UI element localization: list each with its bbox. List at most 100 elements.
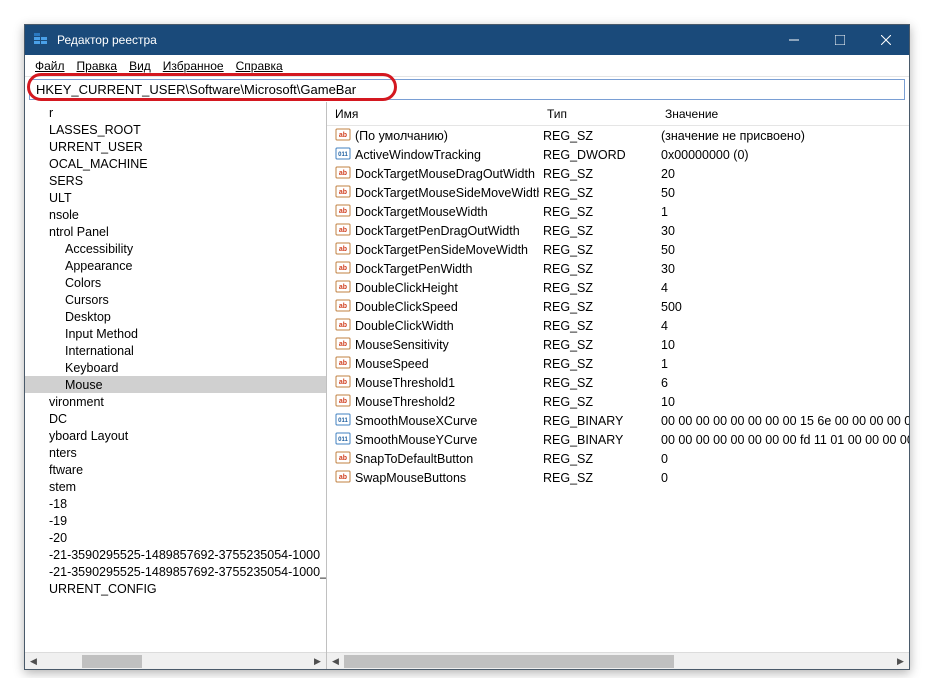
tree-item[interactable]: Cursors (25, 291, 326, 308)
cell-value: 50 (657, 186, 909, 200)
tree-item[interactable]: Colors (25, 274, 326, 291)
scroll-right-button[interactable]: ▶ (309, 653, 326, 670)
column-header-type[interactable]: Тип (539, 104, 657, 124)
menu-view[interactable]: Вид (123, 57, 157, 75)
tree-item[interactable]: LASSES_ROOT (25, 121, 326, 138)
cell-value: 1 (657, 205, 909, 219)
column-header-value[interactable]: Значение (657, 104, 909, 124)
list-row[interactable]: abDockTargetMouseSideMoveWidthREG_SZ50 (327, 183, 909, 202)
tree-item[interactable]: ftware (25, 461, 326, 478)
list-row[interactable]: abDockTargetMouseWidthREG_SZ1 (327, 202, 909, 221)
list-row[interactable]: abMouseThreshold2REG_SZ10 (327, 392, 909, 411)
cell-type: REG_SZ (539, 319, 657, 333)
list-row[interactable]: abSnapToDefaultButtonREG_SZ0 (327, 449, 909, 468)
list-row[interactable]: abDockTargetPenSideMoveWidthREG_SZ50 (327, 240, 909, 259)
svg-text:ab: ab (339, 303, 347, 310)
tree-item[interactable]: Mouse (25, 376, 326, 393)
close-button[interactable] (863, 25, 909, 55)
cell-type: REG_SZ (539, 471, 657, 485)
tree-item[interactable]: -20 (25, 529, 326, 546)
list-row[interactable]: abMouseSpeedREG_SZ1 (327, 354, 909, 373)
tree-item[interactable]: Input Method (25, 325, 326, 342)
svg-text:ab: ab (339, 132, 347, 139)
tree-item[interactable]: yboard Layout (25, 427, 326, 444)
tree-item[interactable]: International (25, 342, 326, 359)
tree-item[interactable]: r (25, 104, 326, 121)
tree-item[interactable]: ULT (25, 189, 326, 206)
tree-item[interactable]: -19 (25, 512, 326, 529)
list-row[interactable]: abDoubleClickHeightREG_SZ4 (327, 278, 909, 297)
content-area: rLASSES_ROOTURRENT_USEROCAL_MACHINESERSU… (25, 102, 909, 669)
list-row[interactable]: 011ActiveWindowTrackingREG_DWORD0x000000… (327, 145, 909, 164)
tree-item[interactable]: ntrol Panel (25, 223, 326, 240)
tree-item[interactable]: nters (25, 444, 326, 461)
scroll-thumb[interactable] (344, 655, 674, 668)
tree-item[interactable]: SERS (25, 172, 326, 189)
cell-type: REG_SZ (539, 186, 657, 200)
tree-item[interactable]: DC (25, 410, 326, 427)
list-row[interactable]: abDockTargetMouseDragOutWidthREG_SZ20 (327, 164, 909, 183)
scroll-left-button[interactable]: ◀ (327, 653, 344, 670)
cell-value: 10 (657, 338, 909, 352)
list-row[interactable]: abMouseSensitivityREG_SZ10 (327, 335, 909, 354)
menu-edit[interactable]: Правка (71, 57, 124, 75)
string-value-icon: ab (335, 449, 351, 468)
value-name-label: DockTargetMouseWidth (355, 205, 488, 219)
address-input[interactable] (29, 79, 905, 100)
scroll-left-button[interactable]: ◀ (25, 653, 42, 670)
titlebar[interactable]: Редактор реестра (25, 25, 909, 55)
cell-name: abDockTargetMouseSideMoveWidth (331, 183, 539, 202)
string-value-icon: ab (335, 126, 351, 145)
minimize-button[interactable] (771, 25, 817, 55)
list-row[interactable]: abDoubleClickSpeedREG_SZ500 (327, 297, 909, 316)
column-header-name[interactable]: Имя (327, 104, 539, 124)
menu-favorites[interactable]: Избранное (157, 57, 230, 75)
tree-item[interactable]: Keyboard (25, 359, 326, 376)
tree-item[interactable]: OCAL_MACHINE (25, 155, 326, 172)
list-row[interactable]: abMouseThreshold1REG_SZ6 (327, 373, 909, 392)
tree-item[interactable]: vironment (25, 393, 326, 410)
cell-value: 50 (657, 243, 909, 257)
cell-name: 011SmoothMouseXCurve (331, 411, 539, 430)
svg-text:ab: ab (339, 360, 347, 367)
cell-name: abDockTargetMouseDragOutWidth (331, 164, 539, 183)
list-row[interactable]: abSwapMouseButtonsREG_SZ0 (327, 468, 909, 487)
scroll-track[interactable] (42, 653, 309, 670)
list-body[interactable]: ab(По умолчанию)REG_SZ(значение не присв… (327, 126, 909, 652)
maximize-button[interactable] (817, 25, 863, 55)
tree-item[interactable]: -18 (25, 495, 326, 512)
value-name-label: DoubleClickSpeed (355, 300, 458, 314)
tree-item[interactable]: URRENT_CONFIG (25, 580, 326, 597)
tree-item[interactable]: -21-3590295525-1489857692-3755235054-100… (25, 546, 326, 563)
menu-file[interactable]: Файл (29, 57, 71, 75)
list-row[interactable]: abDockTargetPenWidthREG_SZ30 (327, 259, 909, 278)
cell-type: REG_SZ (539, 300, 657, 314)
list-row[interactable]: 011SmoothMouseXCurveREG_BINARY00 00 00 0… (327, 411, 909, 430)
value-name-label: MouseSensitivity (355, 338, 449, 352)
scroll-thumb[interactable] (82, 655, 142, 668)
tree-horizontal-scrollbar[interactable]: ◀ ▶ (25, 652, 326, 669)
list-row[interactable]: abDockTargetPenDragOutWidthREG_SZ30 (327, 221, 909, 240)
list-row[interactable]: 011SmoothMouseYCurveREG_BINARY00 00 00 0… (327, 430, 909, 449)
tree-item[interactable]: nsole (25, 206, 326, 223)
cell-value: 4 (657, 319, 909, 333)
scroll-right-button[interactable]: ▶ (892, 653, 909, 670)
tree-item[interactable]: -21-3590295525-1489857692-3755235054-100… (25, 563, 326, 580)
svg-text:011: 011 (338, 418, 348, 424)
tree-item[interactable]: URRENT_USER (25, 138, 326, 155)
svg-text:ab: ab (339, 246, 347, 253)
scroll-track[interactable] (344, 653, 892, 670)
cell-type: REG_SZ (539, 376, 657, 390)
tree-item[interactable]: stem (25, 478, 326, 495)
svg-text:ab: ab (339, 322, 347, 329)
list-row[interactable]: abDoubleClickWidthREG_SZ4 (327, 316, 909, 335)
tree-body[interactable]: rLASSES_ROOTURRENT_USEROCAL_MACHINESERSU… (25, 102, 326, 652)
value-name-label: ActiveWindowTracking (355, 148, 481, 162)
tree-item[interactable]: Desktop (25, 308, 326, 325)
menu-help[interactable]: Справка (230, 57, 289, 75)
tree-item[interactable]: Appearance (25, 257, 326, 274)
svg-text:ab: ab (339, 398, 347, 405)
tree-item[interactable]: Accessibility (25, 240, 326, 257)
list-horizontal-scrollbar[interactable]: ◀ ▶ (327, 652, 909, 669)
list-row[interactable]: ab(По умолчанию)REG_SZ(значение не присв… (327, 126, 909, 145)
